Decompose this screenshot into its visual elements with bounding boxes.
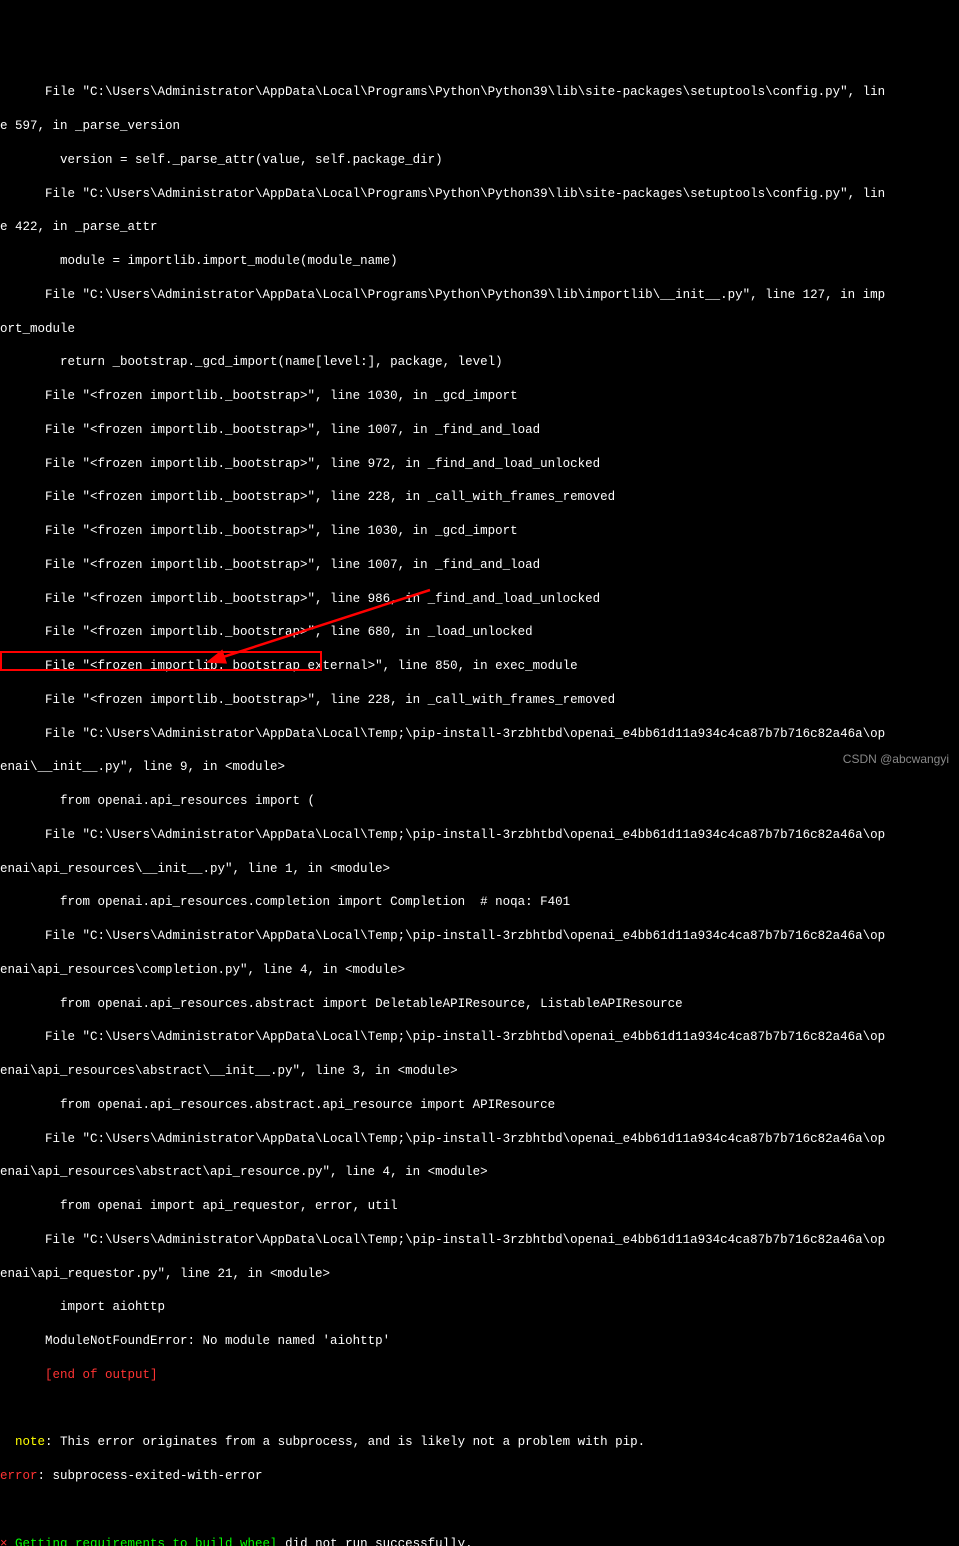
traceback-line: enai\api_requestor.py", line 21, in <mod… — [0, 1266, 959, 1283]
traceback-line: version = self._parse_attr(value, self.p… — [0, 152, 959, 169]
traceback-line: enai\__init__.py", line 9, in <module> — [0, 759, 959, 776]
traceback-line: File "<frozen importlib._bootstrap>", li… — [0, 692, 959, 709]
traceback-line: File "C:\Users\Administrator\AppData\Loc… — [0, 1131, 959, 1148]
traceback-line: from openai import api_requestor, error,… — [0, 1198, 959, 1215]
traceback-line: File "C:\Users\Administrator\AppData\Loc… — [0, 1232, 959, 1249]
traceback-line: enai\api_resources\abstract\api_resource… — [0, 1164, 959, 1181]
traceback-line: File "C:\Users\Administrator\AppData\Loc… — [0, 827, 959, 844]
traceback-line: File "<frozen importlib._bootstrap>", li… — [0, 422, 959, 439]
traceback-line: e 422, in _parse_attr — [0, 219, 959, 236]
traceback-line: File "<frozen importlib._bootstrap>", li… — [0, 523, 959, 540]
traceback-line: from openai.api_resources.completion imp… — [0, 894, 959, 911]
traceback-line: File "C:\Users\Administrator\AppData\Loc… — [0, 186, 959, 203]
traceback-line: File "<frozen importlib._bootstrap>", li… — [0, 388, 959, 405]
traceback-line: File "C:\Users\Administrator\AppData\Loc… — [0, 287, 959, 304]
blank-line — [0, 1502, 959, 1519]
traceback-line: File "C:\Users\Administrator\AppData\Loc… — [0, 928, 959, 945]
traceback-line: ort_module — [0, 321, 959, 338]
traceback-line: return _bootstrap._gcd_import(name[level… — [0, 354, 959, 371]
end-of-output: [end of output] — [0, 1367, 959, 1384]
traceback-line: import aiohttp — [0, 1299, 959, 1316]
traceback-line: File "C:\Users\Administrator\AppData\Loc… — [0, 726, 959, 743]
traceback-line: enai\api_resources\abstract\__init__.py"… — [0, 1063, 959, 1080]
terminal-output[interactable]: File "C:\Users\Administrator\AppData\Loc… — [0, 68, 959, 1546]
traceback-line: from openai.api_resources.abstract impor… — [0, 996, 959, 1013]
blank-line — [0, 1401, 959, 1418]
traceback-line: File "<frozen importlib._bootstrap>", li… — [0, 456, 959, 473]
traceback-line: File "<frozen importlib._bootstrap>", li… — [0, 489, 959, 506]
traceback-line: File "<frozen importlib._bootstrap>", li… — [0, 624, 959, 641]
traceback-line: File "C:\Users\Administrator\AppData\Loc… — [0, 84, 959, 101]
note-label: note — [0, 1435, 45, 1449]
traceback-line: enai\api_resources\completion.py", line … — [0, 962, 959, 979]
module-error-line: ModuleNotFoundError: No module named 'ai… — [0, 1333, 959, 1350]
traceback-line: from openai.api_resources import ( — [0, 793, 959, 810]
error-line: error: subprocess-exited-with-error — [0, 1468, 959, 1485]
traceback-line: enai\api_resources\__init__.py", line 1,… — [0, 861, 959, 878]
cross-icon: × — [0, 1537, 8, 1546]
traceback-line: e 597, in _parse_version — [0, 118, 959, 135]
watermark: CSDN @abcwangyi — [843, 751, 949, 767]
traceback-line: from openai.api_resources.abstract.api_r… — [0, 1097, 959, 1114]
traceback-line: module = importlib.import_module(module_… — [0, 253, 959, 270]
note-line: note: This error originates from a subpr… — [0, 1434, 959, 1451]
traceback-line: File "<frozen importlib._bootstrap_exter… — [0, 658, 959, 675]
traceback-line: File "C:\Users\Administrator\AppData\Loc… — [0, 1029, 959, 1046]
traceback-line: File "<frozen importlib._bootstrap>", li… — [0, 591, 959, 608]
error-label: error — [0, 1469, 38, 1483]
traceback-line: File "<frozen importlib._bootstrap>", li… — [0, 557, 959, 574]
wheel-fail-line: × Getting requirements to build wheel di… — [0, 1536, 959, 1546]
